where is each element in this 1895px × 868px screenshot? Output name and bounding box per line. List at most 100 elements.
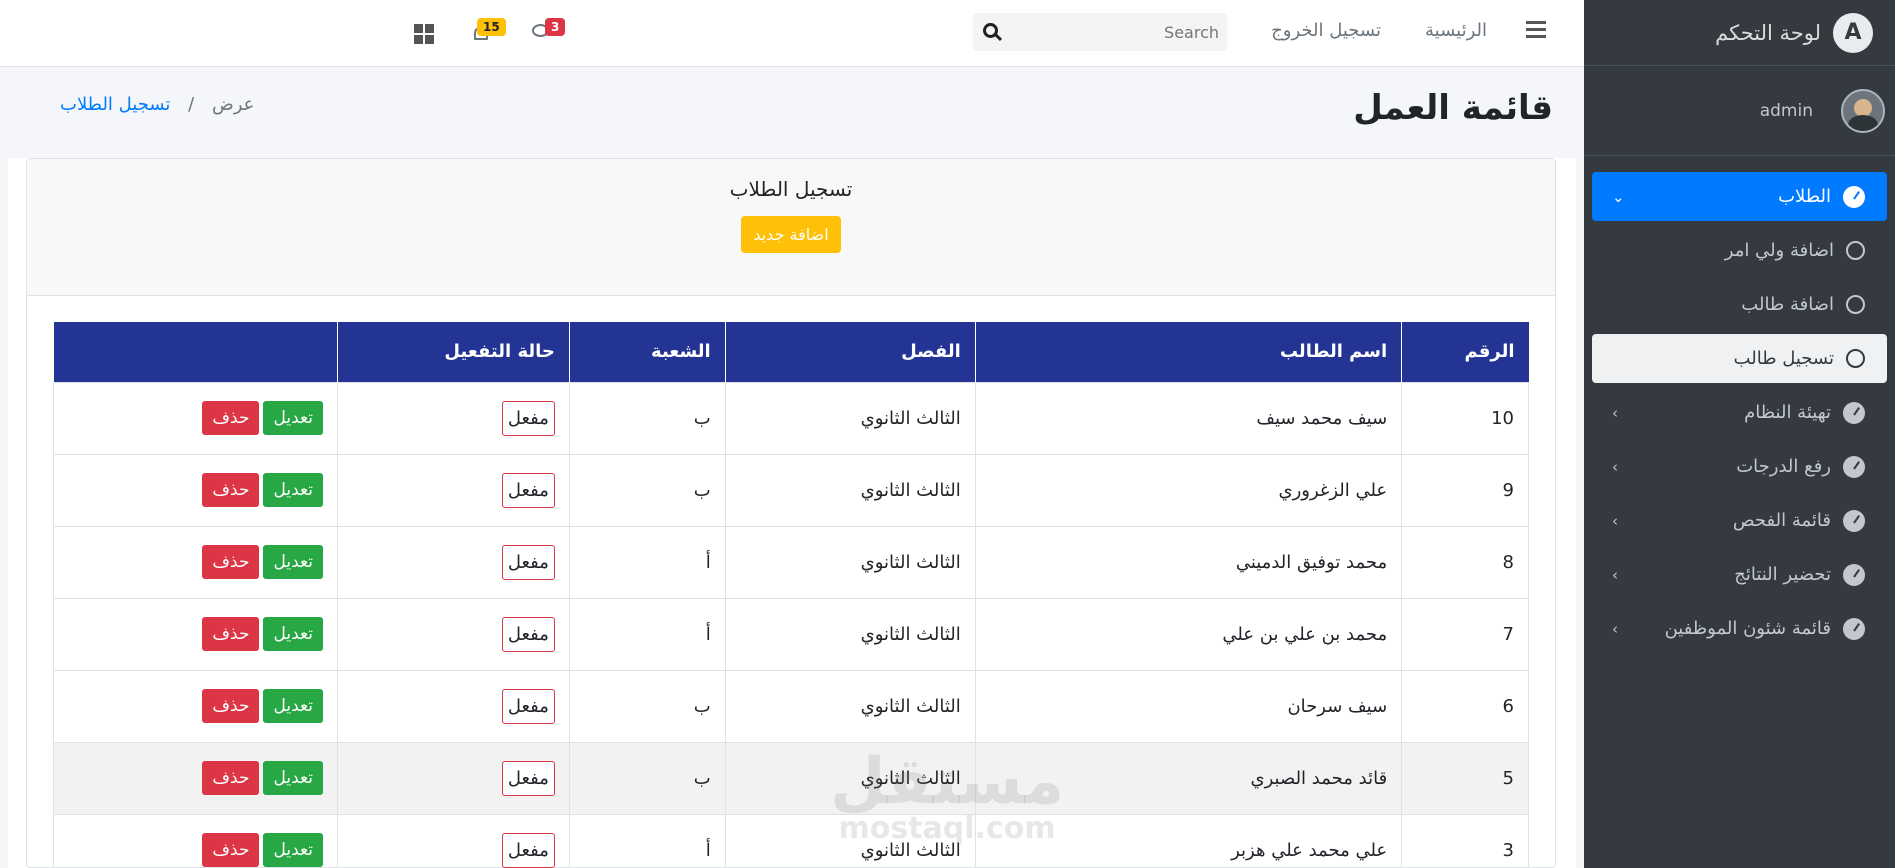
brand-logo: A xyxy=(1833,12,1873,53)
cell-status: مفعل xyxy=(336,669,570,743)
cell-id: 10 xyxy=(1401,381,1529,455)
sidebar-item-label: رفع الدرجات xyxy=(1736,456,1831,477)
cell-actions: تعديلحذف xyxy=(53,453,338,527)
avatar xyxy=(1841,88,1885,133)
sidebar-item-label: اضافة طالب xyxy=(1741,294,1834,315)
chevron-left-icon: ‹ xyxy=(1612,565,1618,584)
cell-status: مفعل xyxy=(336,381,570,455)
user-name: admin xyxy=(1759,100,1813,121)
home-link[interactable]: الرئيسية xyxy=(1425,20,1487,41)
brand[interactable]: لوحة التحكم A xyxy=(1584,0,1895,66)
table-row: 3 علي محمد علي هزبر الثالث الثانوي أ مفعل تعد… xyxy=(53,813,1529,868)
status-badge: مفعل xyxy=(501,688,555,724)
sidebar-item-2[interactable]: اضافة طالب xyxy=(1592,280,1887,329)
top-navbar: الرئيسية تسجيل الخروج 3 15 xyxy=(0,0,1584,67)
edit-button[interactable]: تعديل xyxy=(263,401,323,435)
gauge-icon xyxy=(1843,455,1865,478)
apps-grid-icon[interactable] xyxy=(414,24,434,44)
edit-button[interactable]: تعديل xyxy=(263,833,323,867)
sidebar-item-3[interactable]: تسجيل طالب xyxy=(1592,334,1887,383)
cell-id: 8 xyxy=(1401,525,1529,599)
cell-class: الثالث الثانوي xyxy=(724,669,976,743)
table-row: 10 سيف محمد سيف الثالث الثانوي ب مفعل تعديلحذ… xyxy=(53,381,1529,455)
gauge-icon xyxy=(1843,509,1865,532)
edit-button[interactable]: تعديل xyxy=(263,689,323,723)
delete-button[interactable]: حذف xyxy=(202,473,260,507)
column-header-5 xyxy=(53,322,338,382)
page-title: قائمة العمل xyxy=(1353,88,1553,128)
sidebar-item-6[interactable]: ‹ قائمة الفحص xyxy=(1592,496,1887,545)
search-input[interactable] xyxy=(1009,13,1219,51)
cell-name: علي الزغروري xyxy=(974,453,1403,527)
cell-actions: تعديلحذف xyxy=(53,525,338,599)
cell-name: محمد توفيق الدميني xyxy=(974,525,1403,599)
chevron-left-icon: ‹ xyxy=(1612,403,1618,422)
table-header-row: الرقم اسم الطالب الفصل الشعبة حالة التفعيل xyxy=(53,322,1529,382)
notifications-badge: 15 xyxy=(477,18,506,36)
cell-actions: تعديلحذف xyxy=(53,597,338,671)
delete-button[interactable]: حذف xyxy=(202,545,260,579)
watermark-latin: mostaql.com xyxy=(838,811,1056,846)
column-header-2: الفصل xyxy=(724,322,976,382)
delete-button[interactable]: حذف xyxy=(202,401,260,435)
cell-id: 3 xyxy=(1401,813,1529,868)
students-table: الرقم اسم الطالب الفصل الشعبة حالة التفعيل 1… xyxy=(53,322,1529,868)
edit-button[interactable]: تعديل xyxy=(263,473,323,507)
column-header-1: اسم الطالب xyxy=(974,322,1402,382)
cell-id: 6 xyxy=(1401,669,1529,743)
cell-section: ب xyxy=(568,741,726,815)
gauge-icon xyxy=(1843,401,1865,424)
sidebar-item-label: تهيئة النظام xyxy=(1744,402,1831,423)
breadcrumb: عرض / تسجيل الطلاب xyxy=(36,94,254,115)
table-row: 7 محمد بن علي بن علي الثالث الثانوي أ مفعل تع… xyxy=(53,597,1529,671)
sidebar-item-7[interactable]: ‹ تحضير النتائج xyxy=(1592,550,1887,599)
messages-badge: 3 xyxy=(545,18,566,36)
delete-button[interactable]: حذف xyxy=(202,617,260,651)
chevron-left-icon: ‹ xyxy=(1612,619,1618,638)
sidebar-item-label: تحضير النتائج xyxy=(1734,564,1831,585)
cell-status: مفعل xyxy=(336,525,570,599)
sidebar-item-0[interactable]: ⌄ الطلاب xyxy=(1592,172,1887,221)
delete-button[interactable]: حذف xyxy=(202,833,260,867)
search-icon[interactable] xyxy=(983,23,998,38)
edit-button[interactable]: تعديل xyxy=(263,617,323,651)
sidebar-item-label: قائمة شئون الموظفين xyxy=(1664,618,1831,639)
sidebar: لوحة التحكم A admin ⌄ الطلاب اضافة ولي امر… xyxy=(1584,0,1895,868)
sidebar-item-label: قائمة الفحص xyxy=(1732,510,1831,531)
watermark-arabic: مستقل xyxy=(830,745,1065,819)
edit-button[interactable]: تعديل xyxy=(263,761,323,795)
delete-button[interactable]: حذف xyxy=(202,689,260,723)
cell-actions: تعديلحذف xyxy=(53,381,338,455)
card-title: تسجيل الطلاب xyxy=(729,177,853,201)
delete-button[interactable]: حذف xyxy=(202,761,260,795)
cell-section: ب xyxy=(568,453,726,527)
sidebar-item-5[interactable]: ‹ رفع الدرجات xyxy=(1592,442,1887,491)
sidebar-item-4[interactable]: ‹ تهيئة النظام xyxy=(1592,388,1887,437)
add-new-button[interactable]: اضافة جديد xyxy=(741,216,841,253)
sidebar-item-8[interactable]: ‹ قائمة شئون الموظفين xyxy=(1592,604,1887,653)
cell-status: مفعل xyxy=(336,453,570,527)
chevron-left-icon: ‹ xyxy=(1612,511,1618,530)
breadcrumb-link[interactable]: تسجيل الطلاب xyxy=(60,94,170,115)
status-badge: مفعل xyxy=(501,472,555,508)
cell-name: محمد بن علي بن علي xyxy=(974,597,1403,671)
sidebar-nav: ⌄ الطلاب اضافة ولي امر اضافة طالب تسجيل طالب… xyxy=(1584,156,1895,653)
cell-section: أ xyxy=(568,813,726,868)
menu-toggle-icon[interactable] xyxy=(1526,21,1546,42)
cell-actions: تعديلحذف xyxy=(53,813,338,868)
logout-link[interactable]: تسجيل الخروج xyxy=(1271,20,1381,41)
breadcrumb-separator: / xyxy=(188,94,195,115)
table-row: 5 قائد محمد الصبري الثالث الثانوي ب مفعل تعدي… xyxy=(53,741,1529,815)
card-header: تسجيل الطلاب اضافة جديد xyxy=(27,159,1555,296)
status-badge: مفعل xyxy=(501,616,555,652)
sidebar-item-label: الطلاب xyxy=(1778,186,1831,207)
sidebar-item-1[interactable]: اضافة ولي امر xyxy=(1592,226,1887,275)
status-badge: مفعل xyxy=(501,400,555,436)
cell-class: الثالث الثانوي xyxy=(724,525,976,599)
user-panel[interactable]: admin xyxy=(1584,66,1895,156)
watermark-logo: مستقل mostaql.com xyxy=(830,750,1064,844)
gauge-icon xyxy=(1843,185,1865,208)
edit-button[interactable]: تعديل xyxy=(263,545,323,579)
sidebar-item-label: تسجيل طالب xyxy=(1733,348,1834,369)
students-card: تسجيل الطلاب اضافة جديد الرقم اسم الطالب ا… xyxy=(26,158,1556,868)
